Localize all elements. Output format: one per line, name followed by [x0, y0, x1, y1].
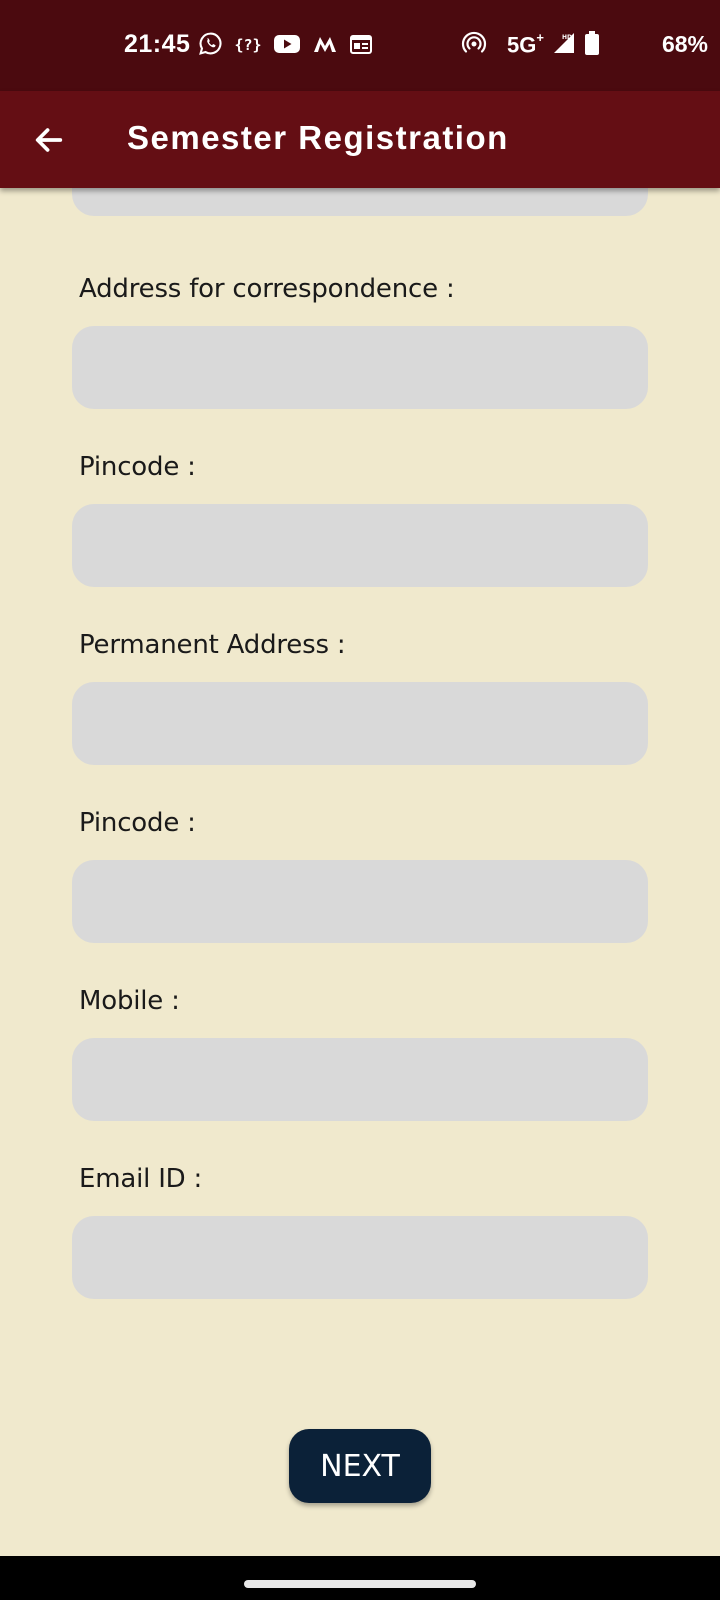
correspondence-pincode-label: Pincode : [79, 452, 196, 482]
battery-icon [584, 30, 600, 61]
home-indicator[interactable] [244, 1580, 476, 1588]
previous-field-input[interactable] [72, 188, 648, 216]
status-bar: 21:45 {?} 5G+ HD 68% [0, 0, 720, 91]
hotspot-icon [461, 31, 487, 60]
correspondence-address-label: Address for correspondence : [79, 274, 455, 304]
permanent-address-label: Permanent Address : [79, 630, 346, 660]
email-input[interactable] [72, 1216, 648, 1299]
arrow-left-icon [35, 128, 63, 152]
correspondence-pincode-input[interactable] [72, 504, 648, 587]
mobile-input[interactable] [72, 1038, 648, 1121]
permanent-pincode-label: Pincode : [79, 808, 196, 838]
page-title: Semester Registration [127, 119, 509, 156]
battery-percent: 68% [661, 31, 708, 57]
whatsapp-icon [198, 31, 223, 61]
status-time: 21:45 [124, 30, 191, 58]
youtube-icon [273, 33, 301, 60]
next-button[interactable]: NEXT [289, 1429, 431, 1503]
calendar-icon [349, 33, 373, 60]
svg-text:HD: HD [562, 34, 572, 41]
navigation-bar [0, 1556, 720, 1600]
notification-icons: {?} [198, 31, 373, 61]
permanent-pincode-input[interactable] [72, 860, 648, 943]
system-icons: 5G+ HD [461, 29, 660, 61]
email-label: Email ID : [79, 1164, 203, 1194]
unknown-app-icon: {?} [234, 33, 262, 60]
signal-icon: HD [552, 31, 576, 60]
registration-form: Address for correspondence : Pincode : P… [0, 188, 720, 1556]
correspondence-address-input[interactable] [72, 326, 648, 409]
permanent-address-input[interactable] [72, 682, 648, 765]
network-type: 5G+ [507, 29, 544, 58]
m-app-icon [312, 33, 338, 60]
svg-text:{?}: {?} [234, 36, 261, 54]
mobile-label: Mobile : [79, 986, 180, 1016]
back-button[interactable] [22, 113, 76, 167]
app-bar: Semester Registration [0, 91, 720, 188]
